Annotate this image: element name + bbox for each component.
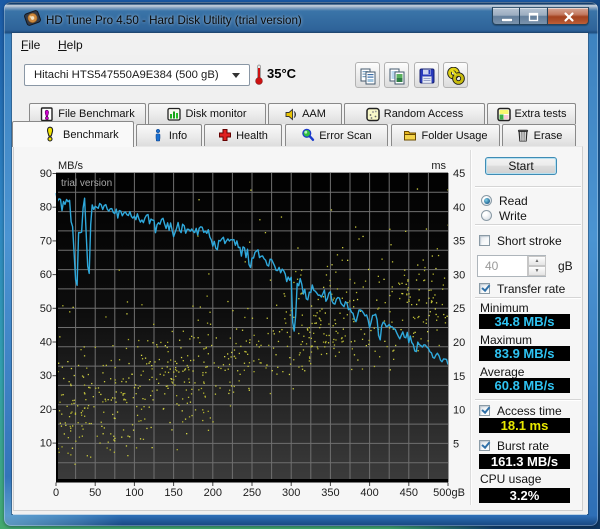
svg-text:45: 45	[453, 168, 465, 180]
svg-text:5: 5	[453, 438, 459, 450]
svg-text:60: 60	[40, 269, 52, 281]
svg-text:50: 50	[89, 487, 101, 499]
svg-text:70: 70	[40, 235, 52, 247]
svg-text:200: 200	[204, 487, 222, 499]
svg-text:80: 80	[40, 202, 52, 214]
svg-text:350: 350	[321, 487, 339, 499]
svg-text:300: 300	[282, 487, 300, 499]
svg-text:10: 10	[453, 405, 465, 417]
svg-text:30: 30	[453, 269, 465, 281]
svg-text:ms: ms	[431, 160, 446, 172]
svg-text:MB/s: MB/s	[58, 160, 84, 172]
svg-text:20: 20	[40, 404, 52, 416]
svg-text:40: 40	[40, 337, 52, 349]
svg-text:trial version: trial version	[61, 178, 112, 189]
svg-text:500gB: 500gB	[433, 487, 465, 499]
svg-text:450: 450	[400, 487, 418, 499]
svg-text:25: 25	[453, 303, 465, 315]
svg-text:400: 400	[360, 487, 378, 499]
svg-text:0: 0	[53, 487, 59, 499]
svg-text:15: 15	[453, 371, 465, 383]
svg-text:40: 40	[453, 202, 465, 214]
svg-text:35: 35	[453, 236, 465, 248]
svg-text:150: 150	[164, 487, 182, 499]
svg-text:30: 30	[40, 370, 52, 382]
svg-text:90: 90	[40, 168, 52, 180]
svg-text:100: 100	[125, 487, 143, 499]
svg-text:20: 20	[453, 337, 465, 349]
svg-text:250: 250	[243, 487, 261, 499]
svg-text:10: 10	[40, 438, 52, 450]
svg-text:50: 50	[40, 303, 52, 315]
